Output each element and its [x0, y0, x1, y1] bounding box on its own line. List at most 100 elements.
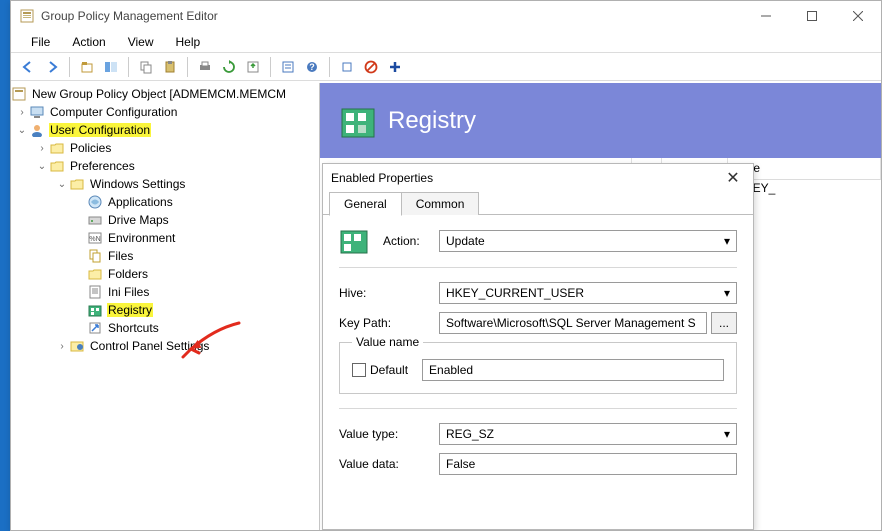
shortcut-icon — [87, 320, 103, 336]
svg-text:?: ? — [309, 62, 315, 72]
valuename-legend: Value name — [352, 335, 423, 349]
default-checkbox[interactable]: Default — [352, 363, 408, 377]
chevron-down-icon: ▾ — [724, 286, 730, 300]
hive-value: HKEY_CURRENT_USER — [446, 286, 584, 300]
valuetype-combo[interactable]: REG_SZ ▾ — [439, 423, 737, 445]
collapse-icon[interactable]: ⌄ — [55, 179, 69, 190]
up-button[interactable] — [76, 56, 98, 78]
tree-user-config[interactable]: ⌄ User Configuration — [11, 121, 319, 139]
valuetype-value: REG_SZ — [446, 427, 494, 441]
tree-pane: New Group Policy Object [ADMEMCM.MEMCM ›… — [11, 83, 320, 530]
control-panel-icon — [69, 338, 85, 354]
menubar: File Action View Help — [11, 31, 881, 53]
banner-title: Registry — [388, 107, 476, 135]
tree-applications[interactable]: Applications — [11, 193, 319, 211]
forward-button[interactable] — [41, 56, 63, 78]
valuename-input[interactable]: Enabled — [422, 359, 724, 381]
hive-combo[interactable]: HKEY_CURRENT_USER ▾ — [439, 282, 737, 304]
properties-button[interactable] — [277, 56, 299, 78]
keypath-value: Software\Microsoft\SQL Server Management… — [446, 316, 696, 330]
tree-label: Applications — [107, 195, 174, 209]
tree-environment[interactable]: %N Environment — [11, 229, 319, 247]
collapse-icon[interactable]: ⌄ — [15, 125, 29, 136]
menu-action[interactable]: Action — [62, 33, 115, 51]
show-hide-tree-button[interactable] — [100, 56, 122, 78]
tree-label: Registry — [107, 303, 153, 317]
menu-view[interactable]: View — [118, 33, 164, 51]
valuedata-input[interactable]: False — [439, 453, 737, 475]
export-button[interactable] — [242, 56, 264, 78]
back-button[interactable] — [17, 56, 39, 78]
tree-label: Folders — [107, 267, 149, 281]
paste-button[interactable] — [159, 56, 181, 78]
menu-help[interactable]: Help — [166, 33, 211, 51]
tree-registry[interactable]: Registry — [11, 301, 319, 319]
add-button[interactable] — [384, 56, 406, 78]
policy-icon — [11, 86, 27, 102]
registry-dialog-icon — [339, 225, 383, 257]
banner: Registry — [320, 83, 881, 158]
tree-label: Windows Settings — [89, 177, 186, 191]
tree-control-panel[interactable]: › Control Panel Settings — [11, 337, 319, 355]
hive-label: Hive: — [339, 286, 439, 300]
tree-shortcuts[interactable]: Shortcuts — [11, 319, 319, 337]
tree-label: Drive Maps — [107, 213, 170, 227]
tree-files[interactable]: Files — [11, 247, 319, 265]
tree-label: Preferences — [69, 159, 136, 173]
computer-icon — [29, 104, 45, 120]
print-button[interactable] — [194, 56, 216, 78]
expand-icon[interactable]: › — [55, 341, 69, 352]
tree-preferences[interactable]: ⌄ Preferences — [11, 157, 319, 175]
tree-label: Policies — [69, 141, 112, 155]
tree-windows-settings[interactable]: ⌄ Windows Settings — [11, 175, 319, 193]
chevron-down-icon: ▾ — [724, 234, 730, 248]
expand-icon[interactable]: › — [35, 143, 49, 154]
titlebar: Group Policy Management Editor — [11, 1, 881, 31]
copy-button[interactable] — [135, 56, 157, 78]
minimize-button[interactable] — [743, 1, 789, 31]
browse-button[interactable]: ... — [711, 312, 737, 334]
keypath-label: Key Path: — [339, 316, 439, 330]
help-button[interactable]: ? — [301, 56, 323, 78]
tree[interactable]: New Group Policy Object [ADMEMCM.MEMCM ›… — [11, 85, 319, 355]
tree-drive-maps[interactable]: Drive Maps — [11, 211, 319, 229]
valuetype-label: Value type: — [339, 427, 439, 441]
tree-root[interactable]: New Group Policy Object [ADMEMCM.MEMCM — [11, 85, 319, 103]
user-icon — [29, 122, 45, 138]
dialog-body: Action: Update ▾ Hive: HKEY_CURRENT_USER… — [323, 215, 753, 475]
registry-banner-icon — [338, 101, 378, 141]
stop-button[interactable] — [360, 56, 382, 78]
tree-computer-config[interactable]: › Computer Configuration — [11, 103, 319, 121]
tree-label: Ini Files — [107, 285, 150, 299]
tree-policies[interactable]: › Policies — [11, 139, 319, 157]
ini-icon — [87, 284, 103, 300]
expand-icon[interactable]: › — [15, 107, 29, 118]
folder-icon — [49, 158, 65, 174]
keypath-input[interactable]: Software\Microsoft\SQL Server Management… — [439, 312, 707, 334]
extra-button-1[interactable] — [336, 56, 358, 78]
valuename-group: Value name Default Enabled — [339, 342, 737, 394]
valuedata-label: Value data: — [339, 457, 439, 471]
svg-text:%N: %N — [89, 236, 100, 243]
tree-ini-files[interactable]: Ini Files — [11, 283, 319, 301]
close-button[interactable] — [835, 1, 881, 31]
refresh-button[interactable] — [218, 56, 240, 78]
tree-label: Files — [107, 249, 134, 263]
maximize-button[interactable] — [789, 1, 835, 31]
dialog-close-button[interactable]: ✕ — [721, 168, 745, 188]
menu-file[interactable]: File — [21, 33, 60, 51]
toolbar: ? — [11, 53, 881, 81]
valuedata-value: False — [446, 457, 475, 471]
tab-general[interactable]: General — [329, 192, 402, 216]
properties-dialog: Enabled Properties ✕ General Common Acti… — [322, 163, 754, 530]
applications-icon — [87, 194, 103, 210]
files-icon — [87, 248, 103, 264]
tree-folders[interactable]: Folders — [11, 265, 319, 283]
registry-icon — [87, 302, 103, 318]
tab-common[interactable]: Common — [401, 192, 480, 215]
tree-label: User Configuration — [49, 123, 151, 137]
default-label: Default — [370, 363, 408, 377]
action-label: Action: — [383, 234, 439, 248]
collapse-icon[interactable]: ⌄ — [35, 161, 49, 172]
action-combo[interactable]: Update ▾ — [439, 230, 737, 252]
